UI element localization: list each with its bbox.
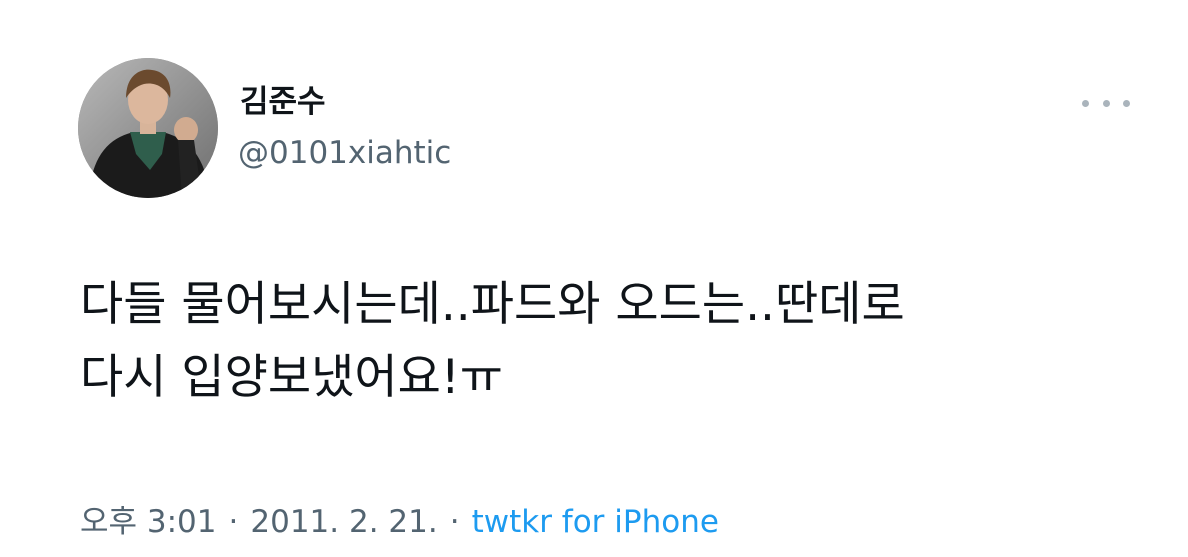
tweet-meta: 오후 3:01 · 2011. 2. 21. · twtkr for iPhone [80, 502, 719, 542]
avatar-photo [78, 58, 218, 198]
meta-separator: · [228, 504, 239, 540]
tweet-time[interactable]: 오후 3:01 [80, 504, 217, 540]
meta-separator: · [449, 504, 460, 540]
more-dot [1082, 99, 1089, 107]
tweet-date[interactable]: 2011. 2. 21. [250, 504, 437, 540]
more-options-icon[interactable] [1082, 90, 1130, 116]
more-dot [1102, 99, 1110, 107]
author-display-name[interactable]: 김준수 [240, 84, 326, 120]
tweet-card: 김준수 @0101xiahtic 다들 물어보시는데..파드와 오드는..딴데로… [0, 0, 1188, 557]
author-handle[interactable]: @0101xiahtic [238, 134, 451, 172]
tweet-source-link[interactable]: twtkr for iPhone [472, 504, 719, 540]
tweet-text-line: 다시 입양보냈어요!ㅠ [80, 350, 503, 405]
avatar[interactable] [78, 58, 218, 198]
more-dot [1123, 99, 1130, 107]
tweet-text-line: 다들 물어보시는데..파드와 오드는..딴데로 [80, 277, 905, 332]
tweet-text: 다들 물어보시는데..파드와 오드는..딴데로다시 입양보냈어요!ㅠ [80, 268, 1140, 414]
